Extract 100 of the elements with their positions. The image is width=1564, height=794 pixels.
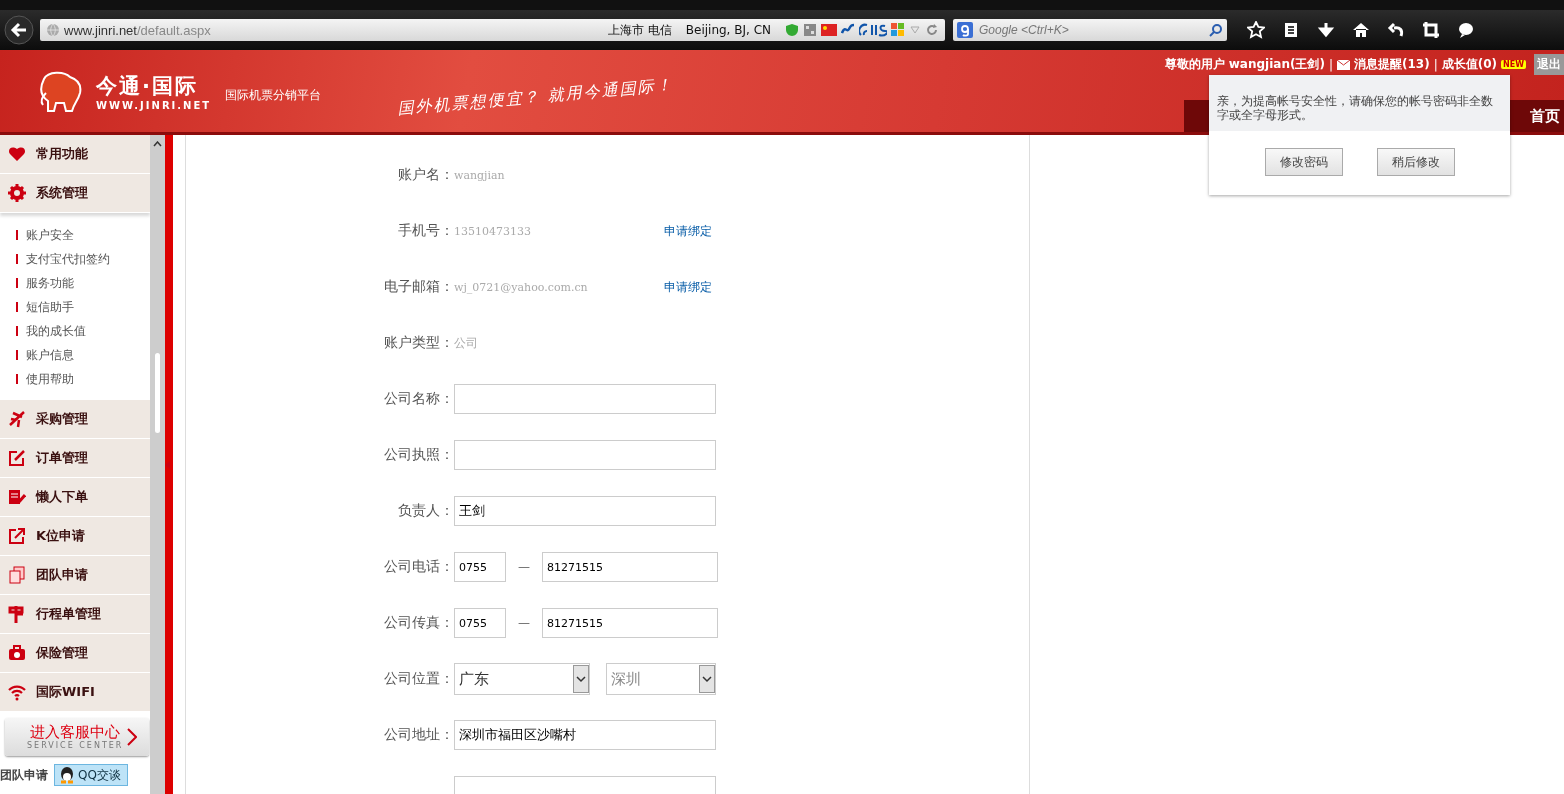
- sidebar-item[interactable]: 团队申请: [0, 556, 150, 595]
- popup-button[interactable]: 修改密码: [1264, 148, 1343, 176]
- field-label: 手机号：: [397, 222, 454, 240]
- dropdown[interactable]: 广东: [454, 663, 590, 695]
- field-value: wj_0721@yahoo.com.cn: [454, 280, 589, 294]
- field-label: 公司传真：: [383, 614, 454, 632]
- separator: |: [1433, 57, 1438, 72]
- chevron-right-icon: [127, 728, 138, 746]
- scroll-thumb[interactable]: [155, 353, 160, 433]
- field-label: 公司地址：: [383, 726, 454, 744]
- geo-text: Beijing, BJ, CN: [685, 23, 771, 37]
- bind-link[interactable]: 申请绑定: [664, 222, 712, 240]
- field-label: 公司电话：: [383, 558, 454, 576]
- growth-link[interactable]: 成长值(0): [1441, 56, 1497, 73]
- menu-icon: [8, 683, 26, 701]
- bullet-mark: [16, 230, 18, 240]
- input-field[interactable]: 深圳市福田区沙嘴村: [454, 720, 716, 750]
- reload-icon[interactable]: [925, 23, 939, 37]
- submenu-link[interactable]: 支付宝代扣签约: [26, 250, 110, 268]
- nav-link[interactable]: 首页: [1526, 106, 1564, 126]
- penguin-icon: [59, 766, 75, 784]
- address-bar[interactable]: www.jinri.net/default.aspx 上海市 电信 Beijing, BJ, CN: [40, 19, 945, 41]
- back-icon[interactable]: [4, 15, 34, 45]
- qr-code-icon: [803, 23, 817, 37]
- bullet-mark: [16, 326, 18, 336]
- messages-link[interactable]: 消息提醒(13): [1353, 56, 1430, 73]
- qq-chat-button[interactable]: QQ交谈: [54, 764, 128, 786]
- menu-icon: [8, 605, 26, 623]
- field-label: 负责人：: [397, 502, 454, 520]
- input-field[interactable]: [454, 384, 716, 414]
- field-label: 账户名：: [397, 166, 454, 184]
- input-field[interactable]: 王剑: [454, 496, 716, 526]
- field-label: 电子邮箱：: [383, 278, 454, 296]
- bullet-mark: [16, 278, 18, 288]
- star-icon[interactable]: [1247, 21, 1265, 39]
- menu-icon: [8, 566, 26, 584]
- home-icon[interactable]: [1352, 21, 1370, 39]
- footer-label: 团队申请: [0, 766, 48, 784]
- download-icon[interactable]: [1317, 21, 1335, 39]
- crop-icon[interactable]: [1422, 21, 1440, 39]
- globe-icon: [46, 23, 60, 37]
- input-field[interactable]: 0755: [454, 608, 506, 638]
- submenu-link[interactable]: 账户信息: [26, 346, 74, 364]
- windows-icon: [891, 23, 905, 37]
- url-text: www.jinri.net/default.aspx: [64, 22, 211, 38]
- logo-url: WWW.JINRI.NET: [96, 99, 212, 111]
- separator: —: [518, 560, 530, 574]
- user-greeting: 尊敬的用户 wangjian(王剑): [1164, 56, 1325, 73]
- scroll-up-icon[interactable]: [153, 141, 162, 147]
- sidebar-item[interactable]: K位申请: [0, 517, 150, 556]
- sidebar-item[interactable]: 订单管理: [0, 439, 150, 478]
- sidebar-item[interactable]: 国际WIFI: [0, 673, 150, 712]
- new-badge: NEW: [1501, 60, 1526, 69]
- search-field[interactable]: Google <Ctrl+K>: [977, 22, 1205, 38]
- search-icon[interactable]: [1209, 23, 1223, 37]
- popup-message: 亲，为提高帐号安全性，请确保您的帐号密码非全数字或全字母形式。: [1209, 75, 1510, 131]
- location-text: 上海市 电信: [607, 21, 672, 39]
- menu-icon: [8, 488, 26, 506]
- submenu-link[interactable]: 短信助手: [26, 298, 74, 316]
- menu-icon: [8, 644, 26, 662]
- search-bar[interactable]: Google <Ctrl+K>: [953, 19, 1227, 41]
- field-label: 公司位置：: [383, 670, 454, 688]
- scrollbar[interactable]: [150, 135, 165, 794]
- sidebar-item[interactable]: 行程单管理: [0, 595, 150, 634]
- submenu-link[interactable]: 我的成长值: [26, 322, 86, 340]
- field-label: 账户类型：: [383, 334, 454, 352]
- sidebar-item[interactable]: 常用功能: [0, 135, 150, 174]
- submenu-link[interactable]: 账户安全: [26, 226, 74, 244]
- search-engine-icon: [957, 22, 973, 38]
- sidebar-item[interactable]: 采购管理: [0, 400, 150, 439]
- dropdown[interactable]: 深圳: [606, 663, 716, 695]
- shield-icon: [785, 23, 799, 37]
- menu-icon: [8, 527, 26, 545]
- chat-icon[interactable]: [1457, 21, 1475, 39]
- field-value: wangjian: [454, 168, 506, 182]
- input-field[interactable]: 81271515: [542, 608, 718, 638]
- sidebar-item[interactable]: 懒人下单: [0, 478, 150, 517]
- popup-button[interactable]: 稍后修改: [1376, 148, 1455, 176]
- menu-icon: [8, 449, 26, 467]
- sidebar-item[interactable]: 保险管理: [0, 634, 150, 673]
- menu-icon: [8, 410, 26, 428]
- flag-icon: [821, 24, 837, 36]
- bind-link[interactable]: 申请绑定: [664, 278, 712, 296]
- menu-icon: [8, 145, 26, 163]
- input-field[interactable]: 0755: [454, 552, 506, 582]
- undo-icon[interactable]: [1387, 21, 1405, 39]
- slogan: 国外机票想便宜？ 就用今通国际！: [396, 74, 675, 120]
- input-field[interactable]: 81271515: [542, 552, 718, 582]
- sidebar-item[interactable]: 系统管理: [0, 174, 150, 213]
- submenu-link[interactable]: 服务功能: [26, 274, 74, 292]
- bullet-mark: [16, 374, 18, 384]
- field-value: 13510473133: [454, 224, 532, 238]
- logo-title: 今通·国际: [96, 72, 199, 100]
- input-field[interactable]: [454, 440, 716, 470]
- service-center-button[interactable]: 进入客服中心 SERVICE CENTER: [5, 718, 149, 756]
- separator: |: [1328, 57, 1333, 72]
- clipboard-icon[interactable]: [1282, 21, 1300, 39]
- submenu-link[interactable]: 使用帮助: [26, 370, 74, 388]
- field-label: 公司执照：: [383, 446, 454, 464]
- envelope-icon: [1336, 59, 1350, 70]
